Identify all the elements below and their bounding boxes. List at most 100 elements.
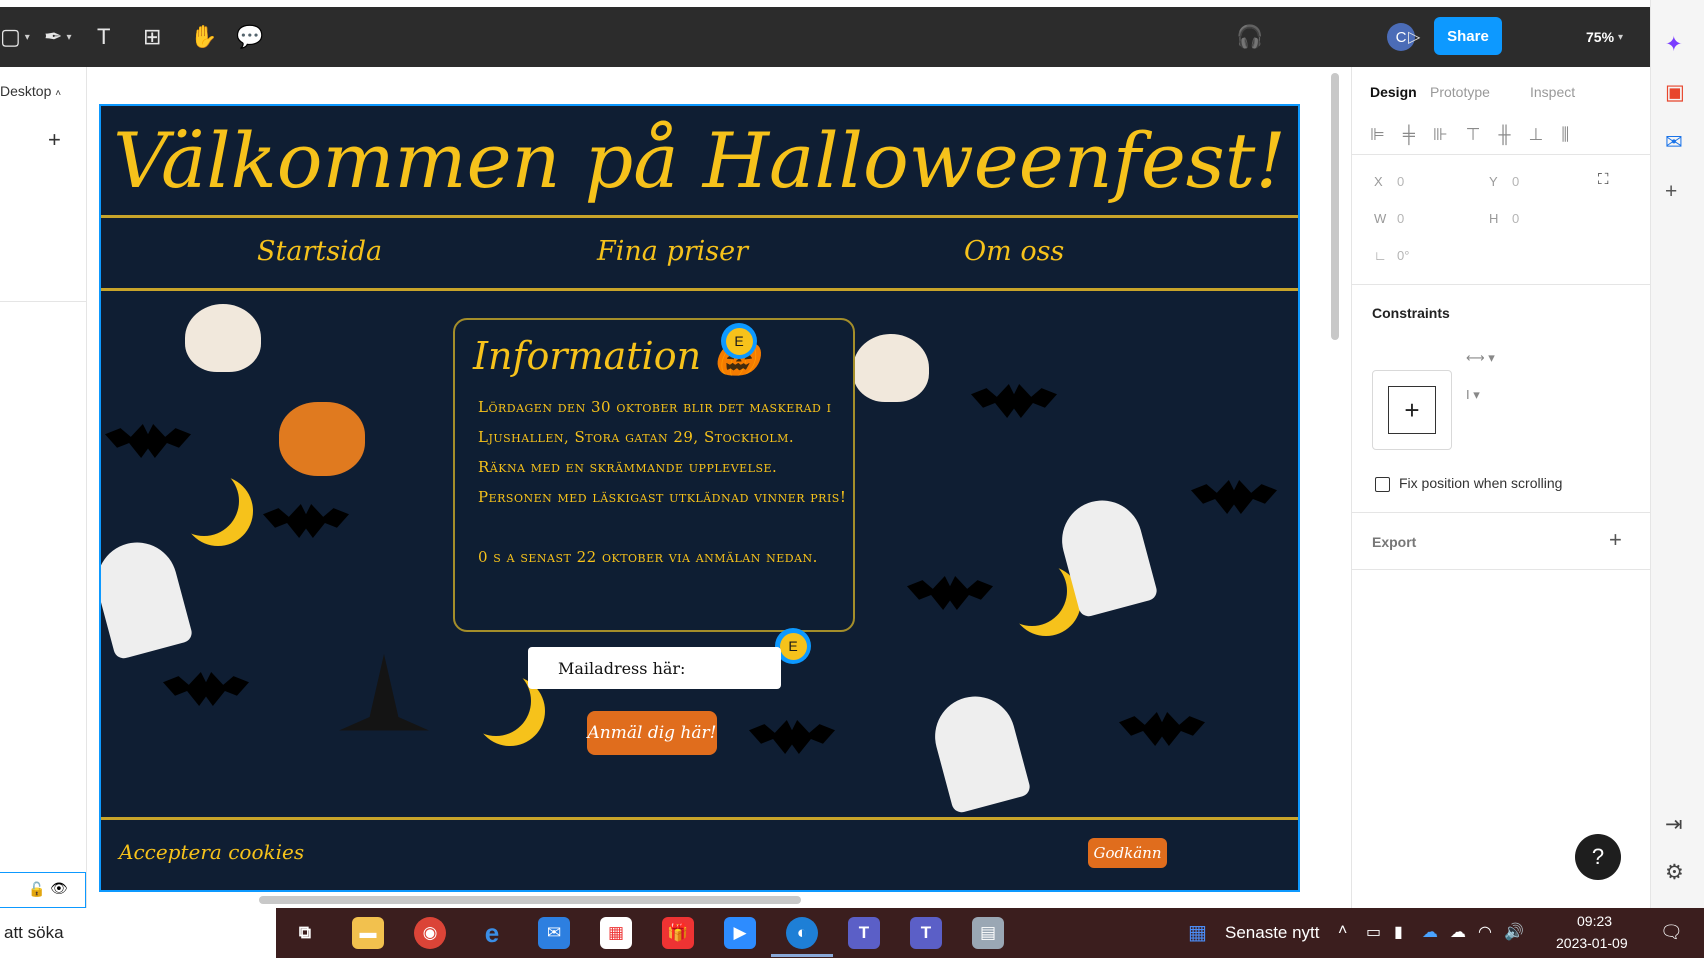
tab-design[interactable]: Design [1370, 84, 1417, 100]
cookie-text: Acceptera cookies [119, 840, 305, 864]
office-icon[interactable]: ▣ [1665, 80, 1685, 105]
skull-decoration [185, 304, 261, 372]
add-export-icon[interactable]: + [1609, 527, 1622, 553]
notification-icon[interactable]: 🗨 [1660, 922, 1683, 943]
layers-panel: Desktop ˄ + 🔓 👁 [0, 67, 87, 908]
headphones-icon[interactable]: 🎧 [1236, 7, 1263, 67]
nav-item-fina-priser[interactable]: Fina priser [597, 236, 748, 267]
meet-now-icon[interactable]: ▭ [1366, 922, 1381, 942]
resources-icon[interactable]: ⊞ [143, 7, 161, 67]
nav-item-om-oss[interactable]: Om oss [964, 236, 1064, 267]
panel-divider [1352, 569, 1651, 570]
file-explorer-icon[interactable]: ▬ [352, 917, 384, 949]
signup-button[interactable]: Anmäl dig här! [587, 711, 717, 755]
nav-item-startsida[interactable]: Startsida [257, 236, 382, 267]
hand-tool-icon[interactable]: ✋ [190, 7, 217, 67]
onedrive-personal-icon[interactable]: ☁ [1450, 922, 1466, 942]
fix-position-checkbox[interactable] [1375, 477, 1390, 492]
vertical-constraint-dropdown[interactable]: I ▾ [1466, 387, 1480, 403]
panel-divider [0, 301, 87, 302]
properties-panel: Design Prototype Inspect ⊫ ╪ ⊪ ⊤ ╫ ⊥ ⫼ X… [1351, 67, 1651, 908]
comment-pin[interactable]: E [721, 323, 757, 359]
add-sidebar-app-icon[interactable]: + [1665, 180, 1677, 204]
pen-tool-icon[interactable]: ✒ ▾ [44, 7, 71, 67]
task-view-icon[interactable]: ⧉ [289, 917, 321, 949]
zoom-app-icon[interactable]: ▶ [724, 917, 756, 949]
chevron-up-icon[interactable]: ˄ [1338, 922, 1347, 940]
gift-icon[interactable]: 🎁 [662, 917, 694, 949]
rotation-icon: ∟ [1374, 248, 1387, 263]
page-selector[interactable]: Desktop ˄ [0, 83, 61, 99]
bat-decoration [907, 576, 993, 610]
eye-icon[interactable]: 👁 [50, 880, 68, 897]
settings-gear-icon[interactable]: ⚙ [1665, 860, 1684, 885]
comment-author: E [779, 632, 807, 660]
taskbar-search[interactable]: att söka [0, 908, 276, 958]
copilot-sparkle-icon[interactable]: ✦ [1665, 32, 1683, 57]
teams-work-icon[interactable]: T [910, 917, 942, 949]
chrome-icon[interactable]: ◉ [414, 917, 446, 949]
chevron-down-icon[interactable]: ▾ [66, 32, 71, 43]
align-left-icon[interactable]: ⊫ [1370, 125, 1385, 145]
bat-decoration [1119, 712, 1205, 746]
teams-icon[interactable]: T [848, 917, 880, 949]
frame-tool-icon[interactable]: ▢ ▾ [0, 7, 30, 67]
bat-decoration [263, 504, 349, 538]
constraint-widget[interactable]: + [1372, 370, 1452, 450]
constraints-heading: Constraints [1372, 305, 1450, 321]
align-bottom-icon[interactable]: ⊥ [1529, 125, 1544, 145]
desktop-frame[interactable]: Välkommen på Halloweenfest! Startsida Fi… [99, 104, 1300, 892]
email-field[interactable]: Mailadress här: [528, 647, 781, 689]
resize-to-fit-icon[interactable]: ⛶ [1598, 171, 1609, 188]
tab-prototype[interactable]: Prototype [1430, 84, 1490, 100]
layer-row-selected[interactable]: 🔓 👁 [0, 872, 86, 908]
volume-icon[interactable]: 🔊 [1504, 922, 1524, 942]
edge-icon[interactable]: ◐ [786, 917, 818, 949]
align-center-horizontal-icon[interactable]: ╪ [1403, 125, 1415, 145]
tab-inspect[interactable]: Inspect [1530, 84, 1575, 100]
comment-tool-icon[interactable]: 💬 [236, 7, 263, 67]
w-field[interactable]: 0 [1397, 211, 1404, 226]
news-widget-label[interactable]: Senaste nytt [1225, 923, 1320, 943]
windows-taskbar: att söka ⧉ ▬ ◉ e ✉ ▦ 🎁 ▶ ◐ T T ▤ ▦ Senas… [0, 908, 1704, 958]
distribute-icon[interactable]: ⫼ [1561, 125, 1569, 145]
internet-explorer-icon[interactable]: e [476, 917, 508, 949]
horizontal-scrollbar[interactable] [259, 896, 801, 904]
ghost-decoration [926, 687, 1032, 815]
share-button[interactable]: Share [1434, 17, 1502, 55]
mail-icon[interactable]: ✉ [538, 917, 570, 949]
notepad-icon[interactable]: ▤ [972, 917, 1004, 949]
onedrive-icon[interactable]: ☁ [1422, 922, 1438, 942]
horizontal-constraint-dropdown[interactable]: ⟷ ▾ [1466, 350, 1495, 366]
cookie-accept-button[interactable]: Godkänn [1088, 838, 1167, 868]
add-page-icon[interactable]: + [48, 127, 61, 153]
align-middle-vertical-icon[interactable]: ╫ [1498, 125, 1510, 145]
present-play-icon[interactable]: ▷ [1408, 7, 1420, 67]
clock-time[interactable]: 09:23 [1577, 913, 1612, 929]
unlock-icon[interactable]: 🔓 [28, 881, 45, 898]
zoom-level: 75% [1586, 29, 1615, 45]
chevron-down-icon[interactable]: ▾ [25, 32, 30, 43]
rotation-field[interactable]: 0° [1397, 248, 1409, 263]
align-top-icon[interactable]: ⊤ [1466, 125, 1481, 145]
outlook-icon[interactable]: ✉ [1665, 130, 1683, 155]
clock-date[interactable]: 2023-01-09 [1556, 935, 1628, 951]
wifi-icon[interactable]: ◠ [1478, 922, 1492, 942]
constraint-center-icon[interactable]: + [1388, 386, 1436, 434]
zoom-menu[interactable]: 75% ▾ [1586, 7, 1623, 67]
store-icon[interactable]: ▦ [600, 917, 632, 949]
vertical-scrollbar[interactable] [1331, 73, 1339, 340]
text-tool-icon[interactable]: T [97, 7, 110, 67]
h-field[interactable]: 0 [1512, 211, 1519, 226]
comment-author: E [725, 327, 753, 355]
figma-toolbar: ▢ ▾ ✒ ▾ T ⊞ ✋ 💬 🎧 C Share ▷ 75% ▾ [0, 7, 1650, 67]
hide-sidebar-icon[interactable]: ⇥ [1665, 812, 1683, 837]
y-field[interactable]: 0 [1512, 174, 1519, 189]
info-text: Lördagen den 30 oktober blir det maskera… [478, 398, 847, 566]
x-field[interactable]: 0 [1397, 174, 1404, 189]
news-widget-icon[interactable]: ▦ [1188, 920, 1207, 945]
align-right-icon[interactable]: ⊪ [1433, 125, 1448, 145]
help-button[interactable]: ? [1575, 834, 1621, 880]
panel-divider [1352, 512, 1651, 513]
battery-icon[interactable]: ▮ [1394, 922, 1403, 942]
